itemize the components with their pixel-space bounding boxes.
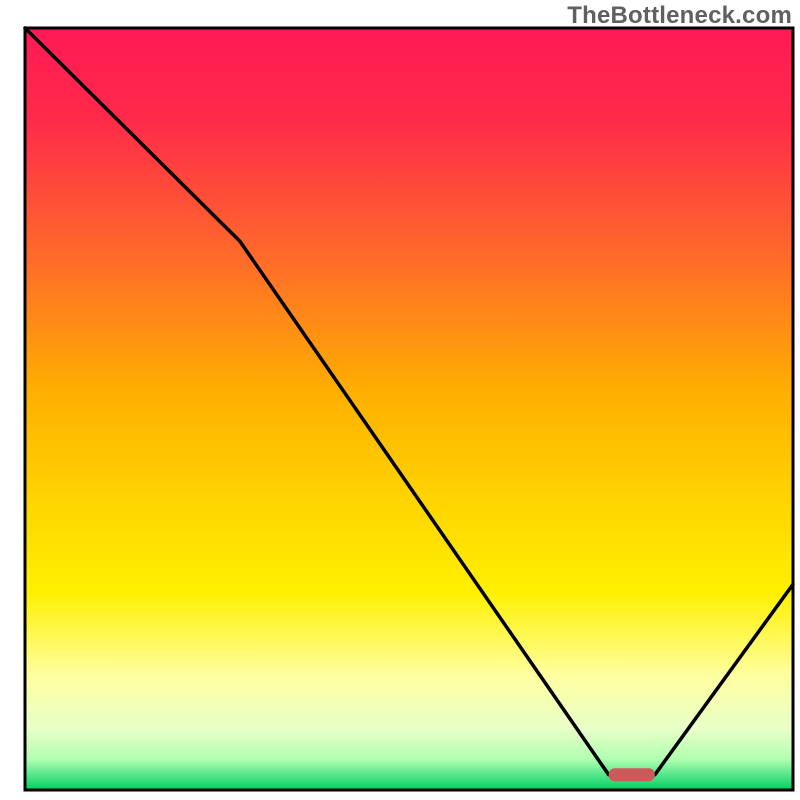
optimal-range-marker [609,768,655,781]
watermark-text: TheBottleneck.com [567,2,792,30]
chart-frame: TheBottleneck.com [0,0,800,800]
bottleneck-chart [0,0,800,800]
